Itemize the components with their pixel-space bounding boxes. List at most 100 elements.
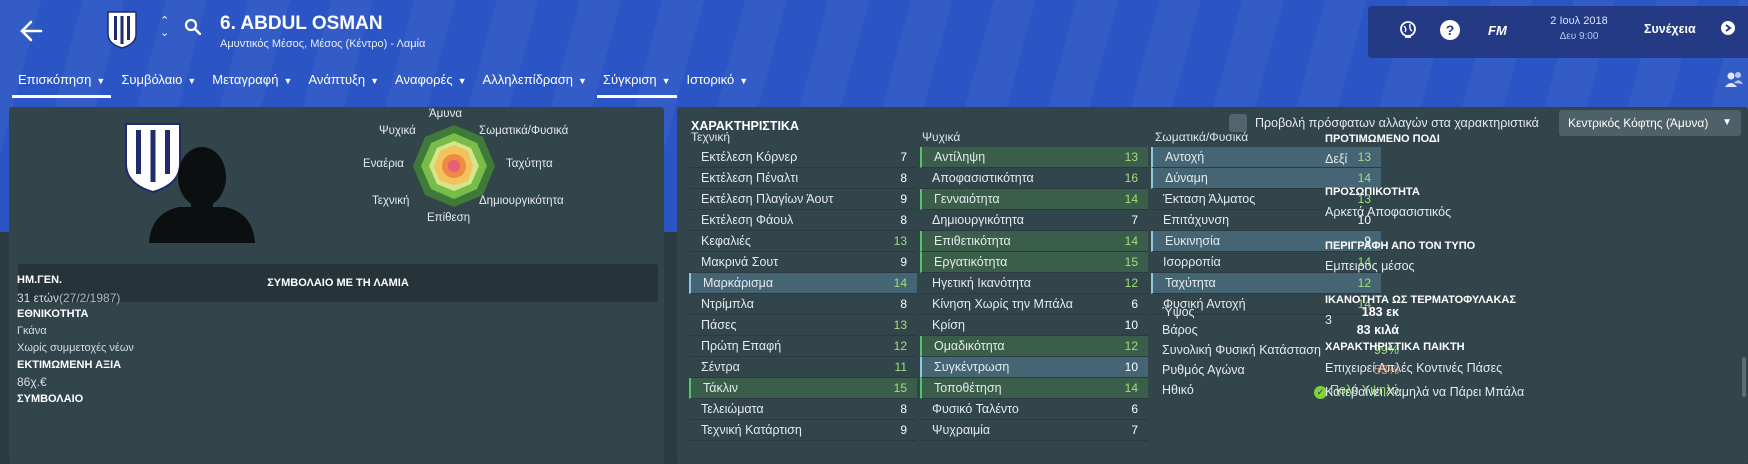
goalkeeper-ability-label: ΙΚΑΝΟΤΗΤΑ ΩΣ ΤΕΡΜΑΤΟΦΥΛΑΚΑΣ — [1325, 294, 1516, 306]
attribute-row[interactable]: Κρίση 10 — [920, 315, 1148, 336]
nationality-value[interactable]: Γκάνα — [17, 325, 47, 337]
attribute-name: Δύναμη — [1165, 171, 1208, 185]
attribute-value: 13 — [1357, 150, 1371, 164]
tab-label: Ιστορικό — [686, 72, 735, 87]
attribute-name: Εκτέλεση Πέναλτι — [701, 171, 799, 185]
continue-arrow-icon[interactable] — [1721, 21, 1735, 38]
attribute-name: Συγκέντρωση — [934, 360, 1010, 374]
users-icon[interactable] — [1724, 70, 1744, 91]
attribute-row[interactable]: Μαρκάρισμα 14 — [689, 273, 917, 294]
tab-label: Ανάπτυξη — [308, 72, 366, 87]
attribute-row[interactable]: Σέντρα 11 — [689, 357, 917, 378]
player-silhouette-icon — [149, 145, 255, 246]
attribute-row[interactable]: Φυσικό Ταλέντο 6 — [920, 399, 1148, 420]
back-arrow-icon[interactable] — [18, 18, 44, 44]
recent-changes-label: Προβολή πρόσφατων αλλαγών στα χαρακτηρισ… — [1255, 116, 1539, 130]
continue-button[interactable]: Συνέχεια — [1644, 22, 1696, 36]
globe-icon[interactable] — [1398, 20, 1418, 43]
attribute-row[interactable]: Εκτέλεση Φάουλ 8 — [689, 210, 917, 231]
tab-reports[interactable]: Αναφορές ▼ — [387, 72, 475, 95]
attribute-row[interactable]: Γενναιότητα 14 — [920, 189, 1148, 210]
attribute-row[interactable]: Ντρίμπλα 8 — [689, 294, 917, 315]
attribute-row[interactable]: Συγκέντρωση 10 — [920, 357, 1148, 378]
tab-contract[interactable]: Συμβόλαιο ▼ — [113, 72, 204, 95]
attribute-row[interactable]: Τοποθέτηση 14 — [920, 378, 1148, 399]
media-description-label: ΠΕΡΙΓΡΑΦΗ ΑΠΟ ΤΟΝ ΤΥΠΟ — [1325, 240, 1476, 252]
attribute-row[interactable]: Ηγετική Ικανότητα 12 — [920, 273, 1148, 294]
tab-overview[interactable]: Επισκόπηση ▼ — [10, 72, 113, 98]
personality-label: ΠΡΟΣΩΠΙΚΟΤΗΤΑ — [1325, 186, 1420, 198]
attribute-row[interactable]: Τελειώματα 8 — [689, 399, 917, 420]
club-crest-icon[interactable] — [106, 10, 138, 50]
attribute-row[interactable]: Ομαδικότητα 12 — [920, 336, 1148, 357]
player-switch-icon[interactable]: ⌃ ⌄ — [160, 15, 169, 39]
chevron-down-icon: ▼ — [578, 76, 587, 86]
radar-label-creativity: Δημιουργικότητα — [479, 195, 564, 207]
attribute-row[interactable]: Ταχύτητα 12 — [1151, 273, 1381, 294]
height-label: Ύψος — [1162, 305, 1195, 319]
top-right-bar: ? FM 2 Ιουλ 2018 Δευ 9:00 Συνέχεια — [1368, 6, 1748, 58]
attribute-row[interactable]: Πρώτη Επαφή 12 — [689, 336, 917, 357]
role-select[interactable]: Κεντρικός Κόφτης (Άμυνα) ▼ — [1559, 110, 1741, 136]
attribute-value: 13 — [893, 318, 907, 332]
attribute-row[interactable]: Τεχνική Κατάρτιση 9 — [689, 420, 917, 441]
attribute-value: 10 — [1124, 360, 1138, 374]
chevron-down-icon: ▼ — [96, 76, 106, 86]
tab-history[interactable]: Ιστορικό ▼ — [679, 72, 757, 95]
attribute-name: Ηγετική Ικανότητα — [932, 276, 1031, 290]
attribute-row[interactable]: Πάσες 13 — [689, 315, 917, 336]
condition-label: Συνολική Φυσική Κατάσταση — [1162, 343, 1321, 357]
attribute-name: Κρίση — [932, 318, 965, 332]
tab-label: Αλληλεπίδραση — [482, 72, 573, 87]
attribute-row[interactable]: Μακρινά Σουτ 9 — [689, 252, 917, 273]
radar-label-technical: Τεχνική — [372, 195, 410, 207]
tab-transfer[interactable]: Μεταγραφή ▼ — [204, 72, 300, 95]
tab-interaction[interactable]: Αλληλεπίδραση ▼ — [475, 72, 595, 95]
fm-icon[interactable]: FM — [1488, 23, 1507, 38]
attribute-value: 8 — [900, 297, 907, 311]
attribute-row[interactable]: Εργατικότητα 15 — [920, 252, 1148, 273]
attribute-row[interactable]: Αντίληψη 13 — [920, 147, 1148, 168]
attribute-row[interactable]: Εκτέλεση Κόρνερ 7 — [689, 147, 917, 168]
attribute-row[interactable]: Εκτέλεση Πέναλτι 8 — [689, 168, 917, 189]
player-trait: Επιχειρεί Απλές Κοντινές Πάσες — [1325, 361, 1503, 375]
role-select-value: Κεντρικός Κόφτης (Άμυνα) — [1568, 116, 1709, 130]
attribute-name: Τεχνική Κατάρτιση — [701, 423, 802, 437]
attribute-name: Αντοχή — [1165, 150, 1205, 164]
chevron-down-icon: ▼ — [457, 76, 467, 86]
attributes-panel: ΧΑΡΑΚΤΗΡΙΣΤΙΚΑ Προβολή πρόσφατων αλλαγών… — [677, 107, 1748, 464]
match-fitness-label: Ρυθμός Αγώνα — [1162, 363, 1245, 377]
attribute-row[interactable]: Δημιουργικότητα 7 — [920, 210, 1148, 231]
help-icon[interactable]: ? — [1440, 20, 1460, 40]
attribute-name: Εκτέλεση Κόρνερ — [701, 150, 798, 164]
attribute-row[interactable]: Επιθετικότητα 14 — [920, 231, 1148, 252]
attribute-name: Ευκινησία — [1165, 234, 1221, 248]
tab-development[interactable]: Ανάπτυξη ▼ — [300, 72, 387, 95]
attribute-value: 16 — [1124, 171, 1138, 185]
continue-label: Συνέχεια — [1644, 22, 1696, 36]
attribute-value: 9 — [900, 423, 907, 437]
tab-bar: Επισκόπηση ▼ Συμβόλαιο ▼ Μεταγραφή ▼ Ανάπτυ… — [10, 72, 757, 98]
attribute-value: 9 — [900, 192, 907, 206]
attribute-name: Φυσικό Ταλέντο — [932, 402, 1019, 416]
mental-attributes: Αντίληψη 13 Αποφασιστικότητα 16 Γενναιότητα 1… — [920, 147, 1148, 441]
overview-panel: Άμυνα Σωματικά/Φυσικά Ταχύτητα Δημιουργι… — [9, 107, 664, 464]
attribute-row[interactable]: Κεφαλιές 13 — [689, 231, 917, 252]
attribute-row[interactable]: Τάκλιν 15 — [689, 378, 917, 399]
personality-value[interactable]: Αρκετά Αποφασιστικός — [1325, 205, 1451, 219]
chevron-down-icon: ▼ — [283, 76, 293, 86]
attribute-value: 6 — [1131, 402, 1138, 416]
attribute-row[interactable]: Εκτέλεση Πλαγίων Άουτ 9 — [689, 189, 917, 210]
chevron-down-icon: ▼ — [661, 76, 671, 86]
tab-comparison[interactable]: Σύγκριση ▼ — [595, 72, 679, 98]
game-date: 2 Ιουλ 2018 — [1550, 15, 1608, 27]
attribute-row[interactable]: Αποφασιστικότητα 16 — [920, 168, 1148, 189]
attribute-name: Εκτέλεση Πλαγίων Άουτ — [701, 192, 834, 206]
search-icon[interactable] — [184, 18, 202, 38]
scrollbar[interactable] — [1742, 357, 1746, 397]
attribute-value: 12 — [1124, 276, 1138, 290]
age-value: 31 ετών — [17, 291, 59, 305]
attribute-row[interactable]: Ψυχραιμία 7 — [920, 420, 1148, 441]
attribute-row[interactable]: Κίνηση Χωρίς την Μπάλα 6 — [920, 294, 1148, 315]
dob-date: (27/2/1987) — [58, 291, 121, 305]
